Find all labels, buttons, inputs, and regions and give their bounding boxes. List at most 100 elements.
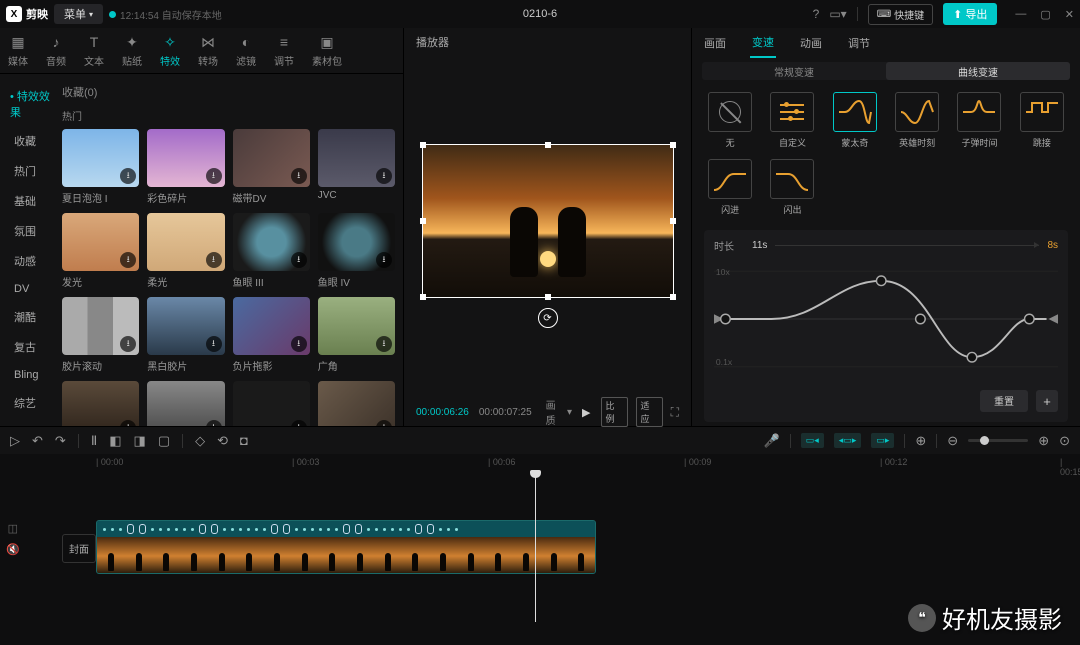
- asset-tab-0[interactable]: ▦媒体: [8, 33, 28, 68]
- download-icon[interactable]: ⭳: [206, 252, 222, 268]
- effect-thumb[interactable]: ⭳黑白胶片: [147, 297, 224, 373]
- playhead[interactable]: [535, 472, 536, 622]
- curve-preset-3[interactable]: 英雄时刻: [891, 92, 943, 149]
- asset-tab-4[interactable]: ✧特效: [160, 33, 180, 68]
- download-icon[interactable]: ⭳: [376, 168, 392, 184]
- fit-badge[interactable]: 适应: [636, 397, 663, 427]
- curve-preset-1[interactable]: 自定义: [766, 92, 818, 149]
- download-icon[interactable]: ⭳: [206, 420, 222, 426]
- layout-icon[interactable]: ▭▾: [829, 7, 846, 21]
- inspector-tab-2[interactable]: 动画: [798, 29, 824, 57]
- download-icon[interactable]: ⭳: [120, 168, 136, 184]
- preview-frame[interactable]: [422, 144, 674, 298]
- pointer-tool-icon[interactable]: ▷: [10, 433, 20, 449]
- effect-thumb[interactable]: ⭳负片拖影: [233, 297, 310, 373]
- help-icon[interactable]: ?: [813, 7, 820, 21]
- split-icon[interactable]: Ⅱ: [91, 433, 97, 449]
- close-icon[interactable]: ✕: [1065, 8, 1074, 21]
- inspector-tab-0[interactable]: 画面: [702, 29, 728, 57]
- video-clip[interactable]: [96, 520, 596, 574]
- effect-thumb[interactable]: ⭳: [233, 381, 310, 426]
- quality-select[interactable]: 画质 ▾: [546, 397, 572, 427]
- project-title[interactable]: 0210-6: [523, 8, 557, 20]
- curve-preset-7[interactable]: 闪出: [766, 159, 818, 216]
- redo-icon[interactable]: ↷: [55, 433, 66, 449]
- mirror-icon[interactable]: ⟲: [217, 433, 228, 449]
- download-icon[interactable]: ⭳: [206, 336, 222, 352]
- effect-thumb[interactable]: ⭳JVC: [318, 129, 395, 205]
- category-item[interactable]: 爱心: [0, 418, 62, 426]
- category-item[interactable]: 基础: [0, 186, 62, 216]
- zoom-out-icon[interactable]: ⊖: [947, 433, 958, 449]
- preview-stage[interactable]: ⟳: [404, 56, 691, 398]
- effect-thumb[interactable]: ⭳: [62, 381, 139, 426]
- download-icon[interactable]: ⭳: [376, 336, 392, 352]
- zoom-in-icon[interactable]: ⊕: [1038, 433, 1049, 449]
- download-icon[interactable]: ⭳: [291, 336, 307, 352]
- delete-icon[interactable]: ▢: [158, 433, 170, 449]
- inspector-tab-1[interactable]: 变速: [750, 28, 776, 58]
- download-icon[interactable]: ⭳: [291, 420, 307, 426]
- asset-tab-1[interactable]: ♪音频: [46, 33, 66, 68]
- freeze-icon[interactable]: ◇: [195, 433, 205, 449]
- snap-link-icon[interactable]: ▭▸: [871, 433, 894, 448]
- speed-seg-0[interactable]: 常规变速: [702, 62, 886, 80]
- download-icon[interactable]: ⭳: [376, 252, 392, 268]
- fullscreen-icon[interactable]: ⛶: [671, 405, 679, 420]
- download-icon[interactable]: ⭳: [376, 420, 392, 426]
- category-item[interactable]: 复古: [0, 332, 62, 362]
- record-icon[interactable]: 🎤: [764, 433, 780, 449]
- category-item[interactable]: DV: [0, 276, 62, 302]
- download-icon[interactable]: ⭳: [120, 420, 136, 426]
- snap-main-icon[interactable]: ▭◂: [801, 433, 824, 448]
- category-item[interactable]: 潮酷: [0, 302, 62, 332]
- menu-button[interactable]: 菜单▾: [54, 4, 103, 24]
- preview-axis-icon[interactable]: ⊕: [915, 433, 926, 449]
- asset-tab-7[interactable]: ≡调节: [274, 33, 294, 68]
- effect-thumb[interactable]: ⭳发光: [62, 213, 139, 289]
- inspector-tab-3[interactable]: 调节: [846, 29, 872, 57]
- mute-track-icon[interactable]: 🔇: [6, 543, 20, 556]
- speed-graph[interactable]: 10x 0.1x: [714, 259, 1058, 379]
- effect-thumb[interactable]: ⭳: [147, 381, 224, 426]
- crop-icon[interactable]: ◘: [240, 433, 248, 448]
- asset-tab-2[interactable]: T文本: [84, 33, 104, 68]
- effect-thumb[interactable]: ⭳胶片滚动: [62, 297, 139, 373]
- download-icon[interactable]: ⭳: [120, 252, 136, 268]
- download-icon[interactable]: ⭳: [291, 252, 307, 268]
- category-item[interactable]: 热门: [0, 156, 62, 186]
- cover-button[interactable]: 封面: [62, 534, 96, 563]
- category-item[interactable]: 动感: [0, 246, 62, 276]
- snap-auto-icon[interactable]: ◂▭▸: [834, 433, 862, 448]
- curve-preset-6[interactable]: 闪进: [704, 159, 756, 216]
- toggle-track-icon[interactable]: ◫: [8, 522, 18, 535]
- download-icon[interactable]: ⭳: [291, 168, 307, 184]
- asset-tab-6[interactable]: ◐滤镜: [236, 33, 256, 68]
- asset-tab-3[interactable]: ✦贴纸: [122, 33, 142, 68]
- category-item[interactable]: 综艺: [0, 388, 62, 418]
- category-item[interactable]: Bling: [0, 362, 62, 388]
- download-icon[interactable]: ⭳: [206, 168, 222, 184]
- undo-icon[interactable]: ↶: [32, 433, 43, 449]
- effect-thumb[interactable]: ⭳: [318, 381, 395, 426]
- effect-thumb[interactable]: ⭳鱼眼 III: [233, 213, 310, 289]
- maximize-icon[interactable]: ▢: [1040, 8, 1050, 21]
- play-button-icon[interactable]: ▶: [582, 406, 590, 419]
- speed-seg-1[interactable]: 曲线变速: [886, 62, 1070, 80]
- curve-preset-0[interactable]: 无: [704, 92, 756, 149]
- category-item[interactable]: 收藏: [0, 126, 62, 156]
- add-point-button[interactable]: +: [1036, 390, 1058, 412]
- asset-tab-8[interactable]: ▣素材包: [312, 33, 342, 68]
- ratio-badge[interactable]: 比例: [601, 397, 628, 427]
- export-button[interactable]: ⬆ 导出: [943, 3, 997, 25]
- download-icon[interactable]: ⭳: [120, 336, 136, 352]
- effect-thumb[interactable]: ⭳夏日泡泡 I: [62, 129, 139, 205]
- effect-thumb[interactable]: ⭳鱼眼 IV: [318, 213, 395, 289]
- category-item[interactable]: 氛围: [0, 216, 62, 246]
- asset-tab-5[interactable]: ⋈转场: [198, 33, 218, 68]
- zoom-slider[interactable]: [968, 439, 1028, 442]
- minimize-icon[interactable]: —: [1015, 8, 1026, 21]
- effect-thumb[interactable]: ⭳柔光: [147, 213, 224, 289]
- delete-left-icon[interactable]: ◧: [109, 433, 121, 449]
- delete-right-icon[interactable]: ◨: [134, 433, 146, 449]
